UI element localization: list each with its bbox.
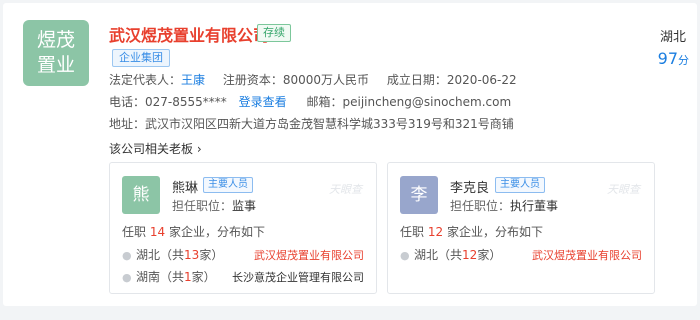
region-label: 湖北 [659,30,686,45]
person-role: 担任职位：监事 [172,197,256,214]
role-label: 担任职位： [450,199,511,213]
region-close: 家） [191,270,216,284]
region-open: （共 [438,248,463,262]
role-value: 监事 [232,199,257,213]
region-name: 湖北 [136,248,161,262]
company-logo-text: 煜茂置业 [36,29,75,76]
company-name[interactable]: 武汉煜茂置业有限公司 [109,22,269,46]
summary-count: 14 [149,225,166,239]
contact-row: 电话：027-8555**** 登录查看 邮箱：peijincheng@sino… [109,93,511,110]
region-company-link[interactable]: 长沙意茂企业管理有限公司 [232,269,364,285]
person-summary: 任职 14 家企业，分布如下 [122,223,265,240]
location-pin-icon: ● [122,271,132,284]
summary-prefix: 任职 [122,225,147,239]
location-pin-icon: ● [122,249,132,262]
capital-label: 注册资本： [222,73,283,87]
summary-suffix: 家企业，分布如下 [168,225,265,239]
company-score[interactable]: 97分 [658,49,689,68]
location-pin-icon: ● [400,249,410,262]
score-value: 97 [657,49,678,68]
region-open: （共 [160,270,185,284]
legal-rep-link[interactable]: 王康 [181,73,205,87]
avatar[interactable]: 熊 [122,176,160,214]
score-unit: 分 [678,54,689,67]
address-value: 武汉市汉阳区四新大道方岛金茂智慧科学城333号319号和321号商铺 [145,117,514,131]
email-value[interactable]: peijincheng@sinochem.com [342,95,511,109]
role-value: 执行董事 [510,199,559,213]
person-name[interactable]: 熊琳 [172,177,198,196]
region-count: 1 [184,270,192,284]
address-row: 地址：武汉市汉阳区四新大道方岛金茂智慧科学城333号319号和321号商铺 [109,115,514,132]
summary-count: 12 [427,225,444,239]
region-company-link[interactable]: 武汉煜茂置业有限公司 [254,247,364,263]
phone-label: 电话： [109,95,146,109]
region-company-link[interactable]: 武汉煜茂置业有限公司 [532,247,642,263]
region-row: ● 湖南（共1家） [122,268,216,285]
status-badge: 存续 [257,24,291,42]
company-card: 煜茂置业 武汉煜茂置业有限公司 存续 企业集团 湖北 97分 法定代表人：王康 … [3,3,697,306]
region-close: 家） [477,248,502,262]
person-summary: 任职 12 家企业，分布如下 [400,223,543,240]
date-value: 2020-06-22 [446,73,517,87]
person-name[interactable]: 李克良 [450,177,489,196]
role-label: 担任职位： [172,199,233,213]
watermark-logo: 天眼查 [607,183,640,196]
date-label: 成立日期： [386,73,447,87]
address-label: 地址： [109,117,146,131]
chevron-right-icon: › [196,142,202,156]
legal-rep-label: 法定代表人： [109,73,182,87]
summary-prefix: 任职 [400,225,425,239]
company-info-row: 法定代表人：王康 注册资本：80000万人民币 成立日期：2020-06-22 [109,71,517,88]
group-tag[interactable]: 企业集团 [112,49,170,67]
person-role: 担任职位：执行董事 [450,197,558,214]
person-card[interactable]: 熊 熊琳 主要人员 担任职位：监事 天眼查 任职 14 家企业，分布如下 ● 湖北… [109,162,377,294]
person-tag: 主要人员 [495,177,545,193]
region-open: （共 [160,248,185,262]
region-row: ● 湖北（共12家） [400,246,501,263]
region-count: 12 [462,248,478,262]
region-count: 13 [184,248,200,262]
email-label: 邮箱： [306,95,343,109]
capital-value: 80000万人民币 [282,73,370,87]
region-close: 家） [199,248,224,262]
person-card[interactable]: 李 李克良 主要人员 担任职位：执行董事 天眼查 任职 12 家企业，分布如下 … [387,162,655,294]
avatar[interactable]: 李 [400,176,438,214]
company-logo[interactable]: 煜茂置业 [23,20,89,86]
region-name: 湖南 [136,270,161,284]
section-title: 该公司相关老板 [109,142,194,156]
phone-value: 027-8555**** [145,95,227,109]
login-link[interactable]: 登录查看 [239,95,287,109]
region-name: 湖北 [414,248,439,262]
related-bosses-link[interactable]: 该公司相关老板 › [109,140,202,157]
person-tag: 主要人员 [203,177,253,193]
region-row: ● 湖北（共13家） [122,246,223,263]
watermark-logo: 天眼查 [329,183,362,196]
summary-suffix: 家企业，分布如下 [446,225,543,239]
